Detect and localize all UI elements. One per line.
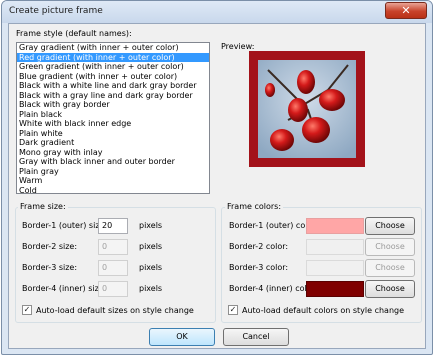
- close-button[interactable]: ✕: [385, 2, 427, 19]
- frame-style-label: Frame style (default names):: [16, 29, 132, 38]
- list-item[interactable]: Dark gradient: [17, 138, 209, 148]
- border1-color-swatch: [306, 218, 364, 234]
- autoload-colors-checkbox[interactable]: ✓: [228, 305, 238, 315]
- border3-size-input[interactable]: 0: [98, 260, 128, 276]
- list-item[interactable]: Blue gradient (with inner + outer color): [17, 72, 209, 82]
- list-item[interactable]: Mono gray with inlay: [17, 148, 209, 158]
- border3-choose-button[interactable]: Choose: [365, 259, 415, 277]
- border4-color-swatch: [306, 281, 364, 297]
- preview-photo: [258, 60, 356, 158]
- frame-size-title: Frame size:: [18, 202, 68, 211]
- autoload-sizes-label: Auto-load default sizes on style change: [36, 306, 194, 315]
- border4-size-input[interactable]: 0: [98, 281, 128, 297]
- window-title: Create picture frame: [9, 6, 103, 16]
- border4-size-label: Border-4 (inner) size:: [22, 284, 107, 293]
- border1-size-label: Border-1 (outer) size:: [22, 221, 108, 230]
- autoload-colors-label: Auto-load default colors on style change: [242, 306, 405, 315]
- dialog-window: Create picture frame ✕ Frame style (defa…: [1, 0, 433, 355]
- close-icon: ✕: [401, 4, 411, 17]
- cancel-button[interactable]: Cancel: [223, 328, 289, 346]
- list-item[interactable]: Gray gradient (with inner + outer color): [17, 43, 209, 53]
- border3-size-label: Border-3 size:: [22, 263, 78, 272]
- border2-size-unit: pixels: [139, 242, 163, 251]
- border2-color-swatch: [306, 239, 364, 255]
- border4-color-label: Border-4 (inner) color:: [229, 284, 318, 293]
- border1-size-unit: pixels: [139, 221, 163, 230]
- list-item[interactable]: Black with a white line and dark gray bo…: [17, 81, 209, 91]
- border4-choose-button[interactable]: Choose: [365, 280, 415, 298]
- border3-color-label: Border-3 color:: [229, 263, 289, 272]
- list-item-selected[interactable]: Red gradient (with inner + outer color): [17, 52, 209, 62]
- border1-color-label: Border-1 (outer) color:: [229, 221, 319, 230]
- list-item[interactable]: Black with gray border: [17, 100, 209, 110]
- preview-frame: [249, 51, 365, 167]
- border1-size-input[interactable]: 20: [98, 218, 128, 234]
- border1-choose-button[interactable]: Choose: [365, 217, 415, 235]
- frame-colors-title: Frame colors:: [225, 202, 284, 211]
- ok-button[interactable]: OK: [149, 328, 215, 346]
- check-icon: ✓: [229, 305, 237, 314]
- frame-style-list[interactable]: Gray gradient (with inner + outer color)…: [16, 42, 210, 194]
- list-item[interactable]: Plain black: [17, 110, 209, 120]
- border2-choose-button[interactable]: Choose: [365, 238, 415, 256]
- title-bar[interactable]: Create picture frame ✕: [2, 1, 432, 23]
- list-item[interactable]: Gray with black inner and outer border: [17, 157, 209, 167]
- list-item[interactable]: Black with a gray line and dark gray bor…: [17, 91, 209, 101]
- dialog-body: Frame style (default names): Gray gradie…: [8, 23, 426, 349]
- autoload-sizes-checkbox[interactable]: ✓: [22, 305, 32, 315]
- border3-size-unit: pixels: [139, 263, 163, 272]
- list-item[interactable]: Plain white: [17, 129, 209, 139]
- list-item[interactable]: Warm: [17, 176, 209, 186]
- list-item[interactable]: Plain gray: [17, 167, 209, 177]
- border2-color-label: Border-2 color:: [229, 242, 289, 251]
- border2-size-label: Border-2 size:: [22, 242, 78, 251]
- border4-size-unit: pixels: [139, 284, 163, 293]
- preview-label: Preview:: [221, 42, 255, 51]
- berries-image: [258, 60, 356, 158]
- list-item[interactable]: White with black inner edge: [17, 119, 209, 129]
- check-icon: ✓: [23, 305, 31, 314]
- list-item[interactable]: Cold: [17, 186, 209, 194]
- border3-color-swatch: [306, 260, 364, 276]
- list-item[interactable]: Green gradient (with inner + outer color…: [17, 62, 209, 72]
- border2-size-input[interactable]: 0: [98, 239, 128, 255]
